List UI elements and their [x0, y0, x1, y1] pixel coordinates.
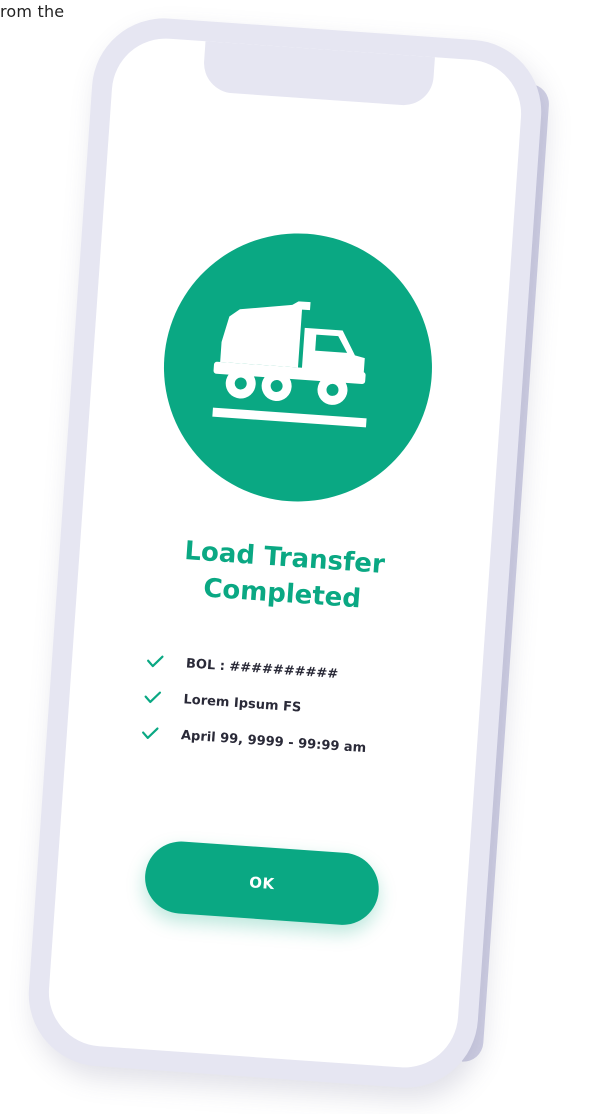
detail-item-bol: BOL : ########## — [145, 649, 372, 689]
check-icon — [142, 727, 159, 739]
detail-text-bol: BOL : ########## — [185, 655, 339, 682]
check-icon — [147, 655, 164, 668]
phone-frame: Load Transfer Completed BOL : ##########… — [23, 13, 547, 1093]
detail-list: BOL : ########## Lorem Ipsum FS April 99… — [139, 649, 372, 772]
page-title: Load Transfer Completed — [76, 526, 490, 626]
dump-truck-icon — [212, 301, 367, 428]
detail-item-location: Lorem Ipsum FS — [143, 685, 370, 725]
phone-notch — [202, 39, 436, 108]
phone-screen: Load Transfer Completed BOL : ##########… — [45, 34, 525, 1072]
detail-text-datetime: April 99, 9999 - 99:99 am — [180, 727, 367, 756]
detail-text-location: Lorem Ipsum FS — [183, 691, 302, 715]
check-icon — [144, 691, 162, 704]
corner-text: rom the — [0, 2, 65, 21]
ok-button[interactable]: OK — [142, 839, 382, 928]
truck-badge — [154, 224, 441, 511]
detail-item-datetime: April 99, 9999 - 99:99 am — [140, 720, 367, 760]
phone-mockup: Load Transfer Completed BOL : ##########… — [23, 13, 551, 1093]
